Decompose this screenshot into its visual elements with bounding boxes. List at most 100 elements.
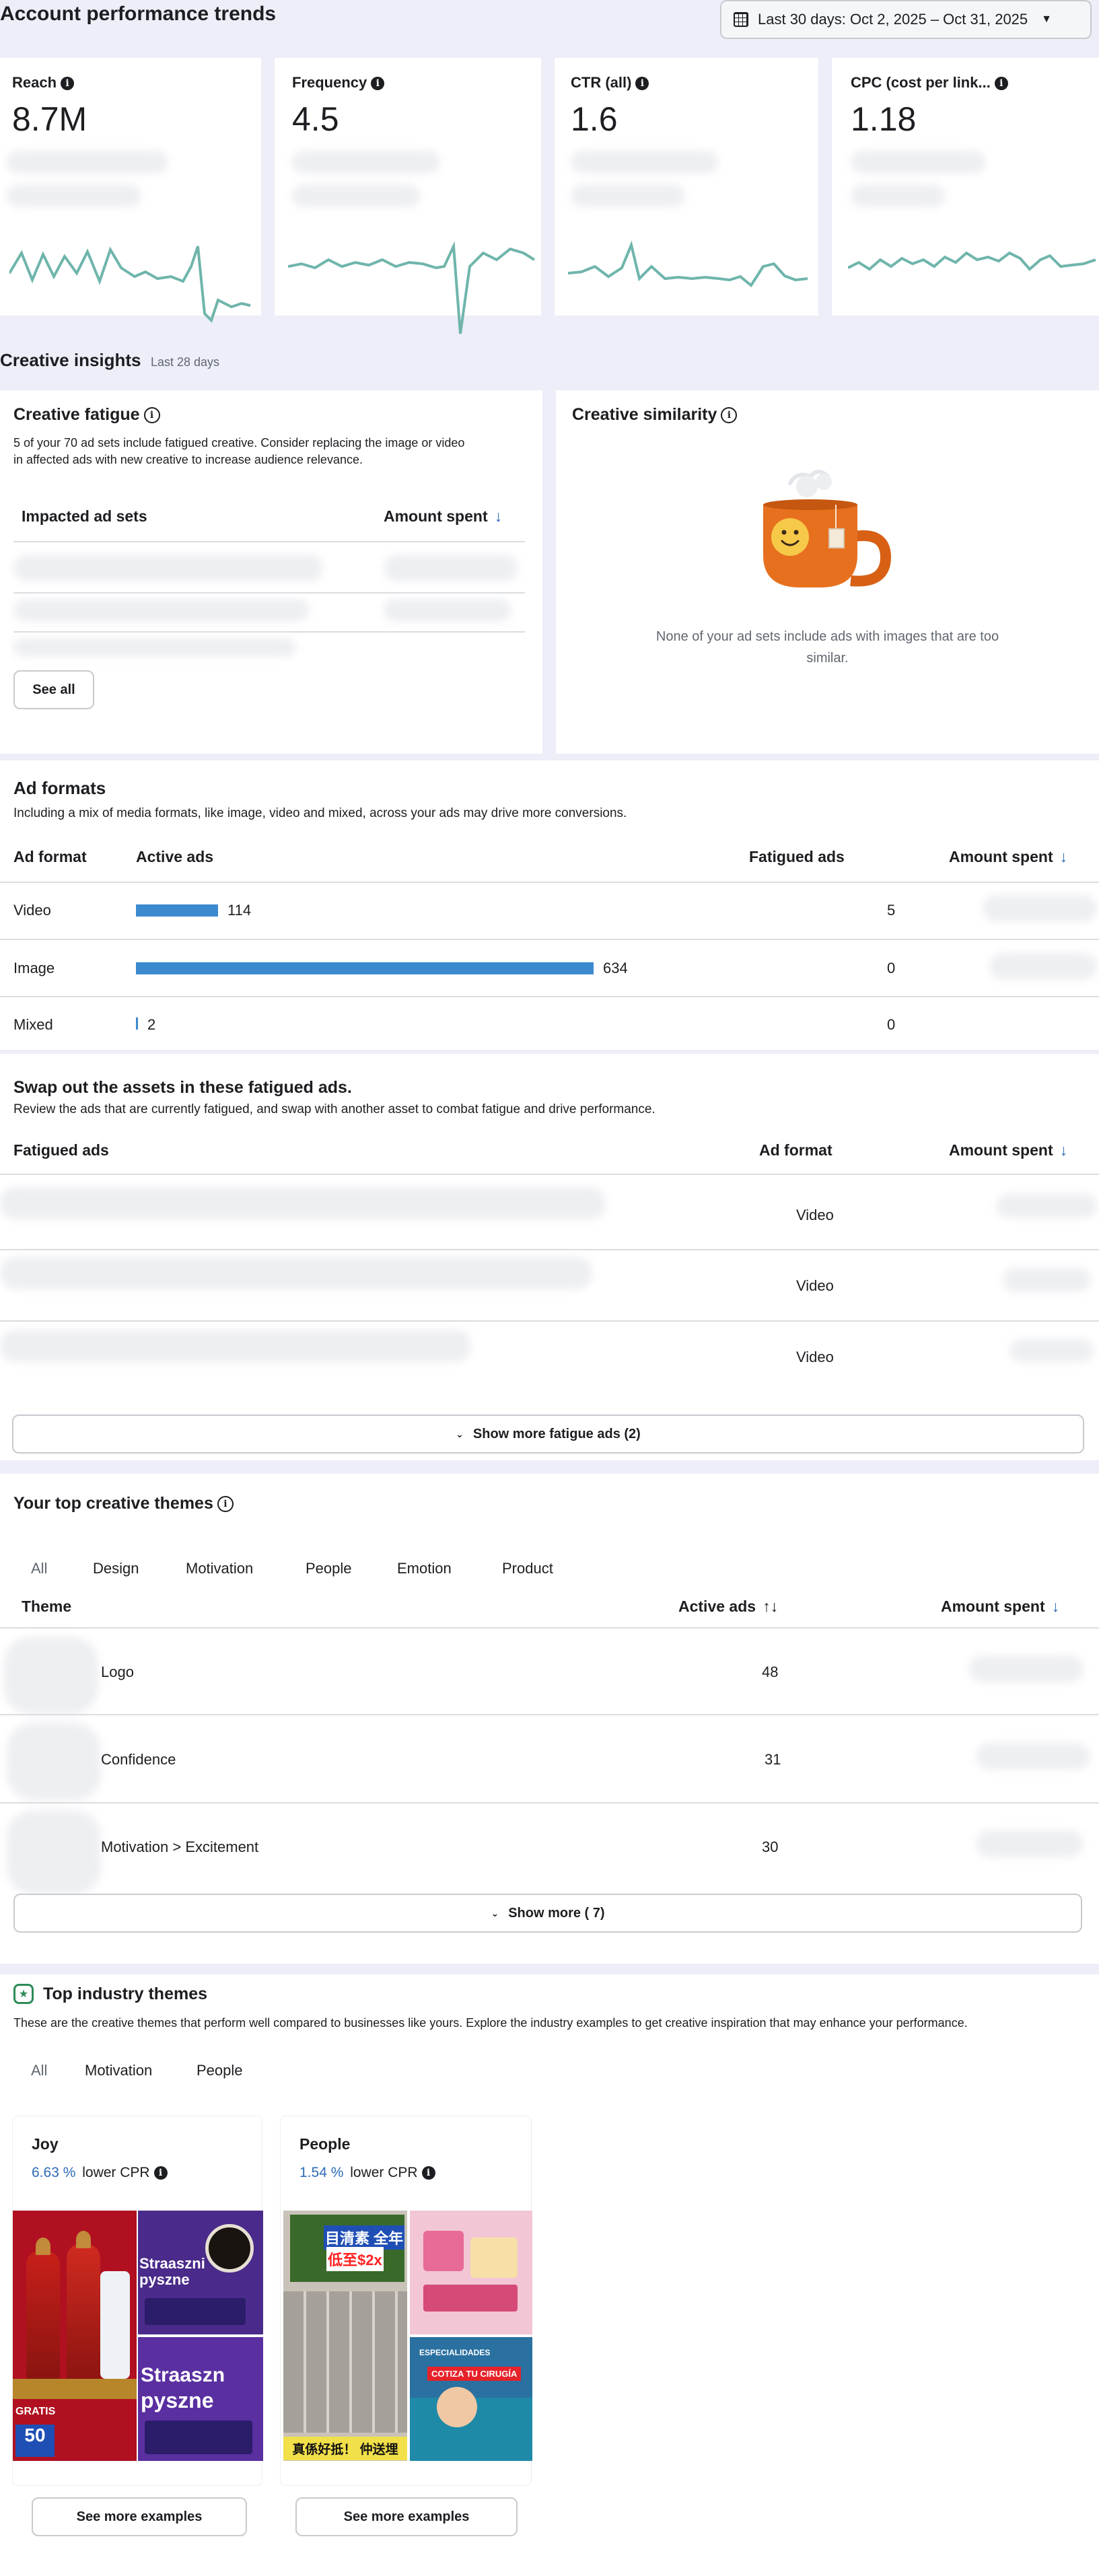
tab-people[interactable]: People	[306, 1560, 352, 1577]
industry-title: Top industry themes	[43, 1984, 208, 2003]
ad-format-name: Mixed	[13, 1016, 53, 1033]
theme-thumbnail	[7, 1810, 101, 1895]
example-image-pink	[410, 2211, 532, 2334]
image-text: 50	[15, 2425, 55, 2457]
tab-motivation[interactable]: Motivation	[85, 2062, 152, 2079]
example-image-surgery: ESPECIALIDADES COTIZA TU CIRUGÍA	[410, 2337, 532, 2461]
metric-card-ctr[interactable]: CTR (all) i 1.6	[555, 58, 818, 316]
tab-all[interactable]: All	[31, 1560, 47, 1577]
metric-value: 1.18	[851, 100, 917, 138]
col-ad-format: Ad format	[13, 848, 87, 865]
card-metric: lower CPR	[82, 2165, 150, 2180]
tab-emotion[interactable]: Emotion	[397, 1560, 452, 1577]
metric-label: CPC (cost per link...	[851, 74, 991, 91]
industry-card-people[interactable]: People 1.54 % lower CPR i 目清素 全年 低至$2x 真係…	[280, 2116, 532, 2536]
col-amount-spent[interactable]: Amount spent ↓	[949, 1141, 1067, 1159]
page-title: Account performance trends	[0, 3, 277, 25]
show-more-fatigue-button[interactable]: ⌄ Show more fatigue ads (2)	[12, 1415, 1084, 1454]
info-icon[interactable]: i	[635, 77, 649, 91]
fatigue-title: Creative fatigue	[13, 405, 140, 424]
col-fatigued-ads: Fatigued ads	[13, 1141, 109, 1159]
metric-card-cpc[interactable]: CPC (cost per link... i 1.18	[832, 58, 1099, 316]
industry-subtitle: These are the creative themes that perfo…	[13, 2016, 968, 2030]
fatigued-ads-value: 0	[887, 1016, 896, 1033]
cpc-sparkline	[848, 251, 1096, 271]
date-range-label: Last 30 days: Oct 2, 2025 – Oct 31, 2025	[758, 11, 1028, 28]
info-icon[interactable]: i	[994, 77, 1008, 91]
reach-sparkline	[9, 246, 251, 323]
card-percentage: 1.54 %	[299, 2165, 344, 2180]
info-icon[interactable]: i	[143, 407, 160, 424]
similarity-empty-text: None of your ad sets include ads with im…	[655, 629, 999, 666]
image-text: ESPECIALIDADES	[419, 2348, 491, 2357]
active-ads-value: 114	[227, 902, 252, 919]
tab-product[interactable]: Product	[502, 1560, 553, 1577]
active-ads-value: 30	[762, 1838, 779, 1855]
card-title: Joy	[32, 2135, 59, 2153]
swap-title: Swap out the assets in these fatigued ad…	[13, 1078, 352, 1097]
theme-name-link[interactable]: Confidence	[101, 1751, 176, 1768]
card-metric: lower CPR	[350, 2165, 418, 2180]
image-text: 目清素 全年	[324, 2225, 405, 2250]
col-impacted-adsets: Impacted ad sets	[22, 507, 147, 525]
tab-design[interactable]: Design	[93, 1560, 139, 1577]
info-icon[interactable]: i	[217, 1496, 234, 1513]
see-all-button[interactable]: See all	[13, 670, 94, 709]
ad-formats-section: Ad formats Including a mix of media form…	[0, 760, 1099, 1050]
metric-value: 1.6	[571, 100, 618, 138]
theme-name-link[interactable]: Logo	[101, 1663, 134, 1681]
section-title-creative-insights: Creative insights	[0, 350, 141, 370]
col-active-ads[interactable]: Active ads ↑↓	[678, 1598, 778, 1616]
col-amount-spent[interactable]: Amount spent ↓	[384, 507, 502, 526]
fatigued-ads-value: 5	[887, 902, 896, 919]
calendar-icon	[734, 12, 748, 27]
top-industry-themes-section: ★ Top industry themes These are the crea…	[0, 1974, 1099, 2576]
metric-card-reach[interactable]: Reach i 8.7M	[0, 58, 261, 323]
ad-formats-title: Ad formats	[13, 778, 106, 798]
metric-value: 4.5	[292, 100, 339, 138]
tab-motivation[interactable]: Motivation	[186, 1560, 253, 1577]
caret-down-icon: ▼	[1041, 13, 1052, 25]
info-icon[interactable]: i	[371, 77, 385, 91]
metric-value: 8.7M	[12, 100, 87, 138]
show-more-themes-button[interactable]: ⌄ Show more ( 7)	[13, 1894, 1082, 1933]
sort-icon: ↑↓	[763, 1598, 779, 1615]
metric-label: Frequency	[292, 74, 367, 91]
active-ads-bar	[136, 904, 218, 917]
info-icon[interactable]: i	[421, 2166, 435, 2180]
chevron-down-icon: ⌄	[491, 1907, 499, 1919]
period-label: Last 28 days	[150, 355, 220, 369]
coffee-mug-illustration	[763, 470, 892, 587]
swap-subtitle: Review the ads that are currently fatigu…	[13, 1102, 655, 1116]
info-icon[interactable]: i	[61, 77, 75, 91]
sort-down-icon: ↓	[494, 507, 503, 525]
top-creative-themes-section: Your top creative themes i All Design Mot…	[0, 1474, 1099, 1964]
info-icon[interactable]: i	[153, 2166, 168, 2180]
fatigued-ads-value: 0	[887, 960, 896, 976]
date-range-picker[interactable]: Last 30 days: Oct 2, 2025 – Oct 31, 2025…	[720, 0, 1092, 39]
image-text: 真係好抵！ 仲送埋	[283, 2437, 407, 2460]
themes-title: Your top creative themes	[13, 1494, 213, 1513]
ad-format-name: Video	[13, 902, 51, 919]
theme-thumbnail	[7, 1723, 101, 1801]
ad-format-name: Image	[13, 960, 55, 976]
hexagon-star-icon: ★	[13, 1984, 34, 2004]
industry-card-joy[interactable]: Joy 6.63 % lower CPR i GRATIS 50 Straaszn…	[12, 2116, 263, 2536]
metric-card-frequency[interactable]: Frequency i 4.5	[275, 58, 541, 334]
tab-all[interactable]: All	[31, 2062, 47, 2079]
active-ads-value: 634	[603, 960, 628, 976]
col-amount-spent[interactable]: Amount spent ↓	[949, 848, 1067, 866]
tab-people[interactable]: People	[197, 2062, 243, 2079]
see-more-examples-button[interactable]: See more examples	[295, 2497, 518, 2536]
col-amount-spent[interactable]: Amount spent ↓	[941, 1598, 1059, 1616]
theme-thumbnail	[4, 1637, 98, 1715]
example-image-oreo-1: Straaszni pyszne	[138, 2211, 263, 2334]
similarity-title: Creative similarity	[572, 405, 717, 424]
image-text: 低至$2x	[326, 2247, 384, 2271]
ctr-sparkline	[568, 240, 808, 287]
theme-name-link[interactable]: Motivation > Excitement	[101, 1838, 258, 1856]
card-percentage: 6.63 %	[32, 2165, 76, 2180]
example-image-candles: GRATIS 50	[13, 2211, 137, 2461]
info-icon[interactable]: i	[721, 407, 738, 424]
see-more-examples-button[interactable]: See more examples	[32, 2497, 247, 2536]
